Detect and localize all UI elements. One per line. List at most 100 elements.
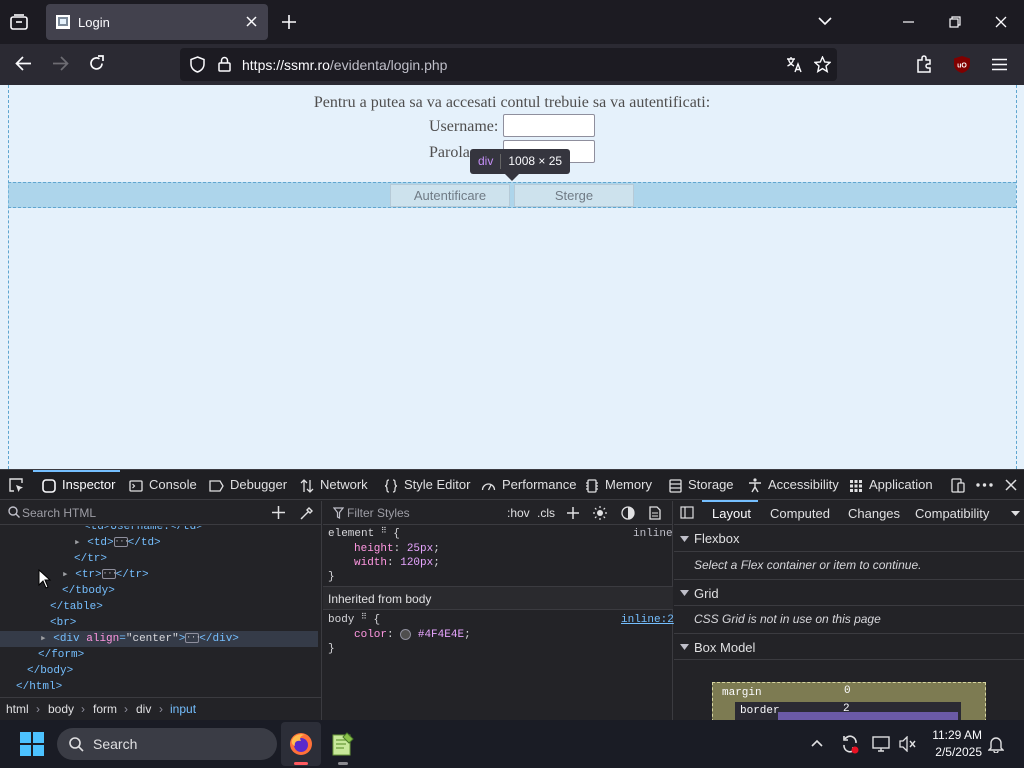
highlight-guide-left xyxy=(8,85,9,469)
search-icon xyxy=(69,737,84,752)
storage-icon xyxy=(669,478,682,493)
windows-start-icon[interactable] xyxy=(20,732,44,756)
clock-time[interactable]: 11:29 AM xyxy=(930,728,982,742)
bookmark-star-icon[interactable] xyxy=(814,56,831,73)
breadcrumb-div[interactable]: div xyxy=(136,698,151,721)
add-rule-plus-icon[interactable] xyxy=(567,507,579,519)
notifications-bell-icon[interactable] xyxy=(988,735,1004,753)
reload-icon[interactable] xyxy=(88,55,105,72)
search-icon xyxy=(8,506,20,518)
username-input[interactable] xyxy=(503,114,595,137)
responsive-design-mode-icon[interactable] xyxy=(951,478,965,493)
markup-line[interactable]: </tr> xyxy=(0,551,318,567)
color-swatch[interactable] xyxy=(400,628,412,640)
extensions-puzzle-icon[interactable] xyxy=(915,55,933,73)
url-bar[interactable]: https://ssmr.ro/evidenta/login.php xyxy=(180,48,837,81)
tab-compatibility[interactable]: Compatibility xyxy=(915,506,989,521)
markup-line[interactable]: </table> xyxy=(0,599,318,615)
hov-toggle[interactable]: :hov xyxy=(507,506,530,520)
new-tab-icon[interactable] xyxy=(282,15,296,29)
search-html-input[interactable]: Search HTML xyxy=(22,506,96,520)
body-rule-source-link[interactable]: inline:2 xyxy=(621,613,674,627)
tab-changes[interactable]: Changes xyxy=(848,506,900,521)
grid-section-header[interactable]: Grid xyxy=(674,579,1024,606)
more-options-ellipsis-icon[interactable] xyxy=(976,483,993,487)
tab-layout[interactable]: Layout xyxy=(712,506,751,521)
grid-note: CSS Grid is not in use on this page xyxy=(694,612,881,626)
eyedropper-icon[interactable] xyxy=(300,506,314,520)
tab-console[interactable]: Console xyxy=(129,470,197,500)
markup-line[interactable]: </html> xyxy=(0,679,318,695)
tracking-protection-shield-icon[interactable] xyxy=(190,56,205,73)
tab-performance[interactable]: Performance xyxy=(481,470,576,500)
expand-triangle-icon xyxy=(680,536,689,542)
tab-application[interactable]: Application xyxy=(849,470,933,500)
translate-icon[interactable] xyxy=(786,56,803,73)
breadcrumb-input[interactable]: input xyxy=(170,698,196,721)
light-color-scheme-sun-icon[interactable] xyxy=(593,506,607,520)
add-node-plus-icon[interactable] xyxy=(272,506,285,519)
tab-network[interactable]: Network xyxy=(300,470,368,500)
password-label: Parola: xyxy=(429,144,475,161)
username-label: Username: xyxy=(429,118,499,135)
sync-status-icon[interactable] xyxy=(840,734,860,754)
tab-computed[interactable]: Computed xyxy=(770,506,830,521)
login-button[interactable]: Autentificare xyxy=(390,184,510,207)
svg-text:uO: uO xyxy=(957,63,967,70)
flexbox-section-header[interactable]: Flexbox xyxy=(674,525,1024,552)
color-declaration[interactable]: color: #4F4E4E; xyxy=(354,628,471,642)
margin-top-value[interactable]: 0 xyxy=(844,685,851,697)
breadcrumb-body[interactable]: body xyxy=(48,698,74,721)
markup-line[interactable]: </body> xyxy=(0,663,318,679)
markup-line[interactable]: ▸ <td>···</td> xyxy=(0,535,318,551)
cls-toggle[interactable]: .cls xyxy=(537,506,555,520)
box-model-section-header[interactable]: Box Model xyxy=(674,633,1024,660)
markup-line[interactable]: <td>Username:</td> xyxy=(0,526,318,534)
tab-accessibility[interactable]: Accessibility xyxy=(748,470,839,500)
windows-taskbar: Search 11:29 AM 2/5/2025 xyxy=(0,720,1024,768)
rules-view: Filter Styles :hov .cls element ⠿ { inli… xyxy=(323,501,674,721)
dark-color-scheme-contrast-icon[interactable] xyxy=(621,506,635,520)
taskbar-search-box[interactable]: Search xyxy=(57,728,277,760)
tab-storage[interactable]: Storage xyxy=(669,470,734,500)
markup-line-selected[interactable]: ▸ <div align="center">···</div> xyxy=(0,631,318,647)
ublock-origin-icon[interactable]: uO xyxy=(953,55,971,74)
print-media-document-icon[interactable] xyxy=(649,506,661,520)
close-window-icon[interactable] xyxy=(995,16,1007,28)
clear-button[interactable]: Sterge xyxy=(514,184,634,207)
restore-window-icon[interactable] xyxy=(949,16,961,28)
tab-list-icon[interactable] xyxy=(10,14,28,30)
element-picker-icon[interactable] xyxy=(8,477,24,493)
close-devtools-icon[interactable] xyxy=(1005,479,1017,491)
markup-line[interactable]: <br> xyxy=(0,615,318,631)
network-display-icon[interactable] xyxy=(872,736,890,752)
more-tabs-chevron-down-icon[interactable] xyxy=(1011,511,1020,516)
taskbar-firefox[interactable] xyxy=(281,722,321,766)
tab-style-editor[interactable]: Style Editor xyxy=(384,470,470,500)
forward-arrow-icon[interactable] xyxy=(52,56,69,71)
tab-inspector[interactable]: Inspector xyxy=(42,470,115,500)
sidebar-tabs: Layout Computed Changes Compatibility xyxy=(674,500,1024,525)
width-declaration[interactable]: width: 120px; xyxy=(354,556,440,570)
height-declaration[interactable]: height: 25px; xyxy=(354,542,440,556)
toggle-sidebar-icon[interactable] xyxy=(680,506,694,519)
minimize-window-icon[interactable] xyxy=(903,21,914,23)
breadcrumb-html[interactable]: html xyxy=(6,698,29,721)
volume-muted-icon[interactable] xyxy=(899,736,917,752)
notepad-plus-plus-icon[interactable] xyxy=(332,732,354,765)
lock-icon[interactable] xyxy=(218,56,231,72)
app-menu-hamburger-icon[interactable] xyxy=(992,58,1007,71)
show-hidden-icons-chevron-up-icon[interactable] xyxy=(811,739,823,747)
filter-styles-input[interactable]: Filter Styles xyxy=(347,506,410,520)
clock-date[interactable]: 2/5/2025 xyxy=(930,745,982,759)
close-tab-icon[interactable] xyxy=(246,16,257,27)
tab-memory[interactable]: Memory xyxy=(585,470,652,500)
tab-login[interactable]: Login xyxy=(46,4,268,40)
back-arrow-icon[interactable] xyxy=(15,56,32,71)
tab-debugger[interactable]: Debugger xyxy=(209,470,287,500)
box-model-border: border 2 xyxy=(735,702,961,722)
list-all-tabs-chevron-down-icon[interactable] xyxy=(818,17,832,26)
url-text[interactable]: https://ssmr.ro/evidenta/login.php xyxy=(242,57,447,73)
markup-line[interactable]: </form> xyxy=(0,647,318,663)
breadcrumb-form[interactable]: form xyxy=(93,698,117,721)
